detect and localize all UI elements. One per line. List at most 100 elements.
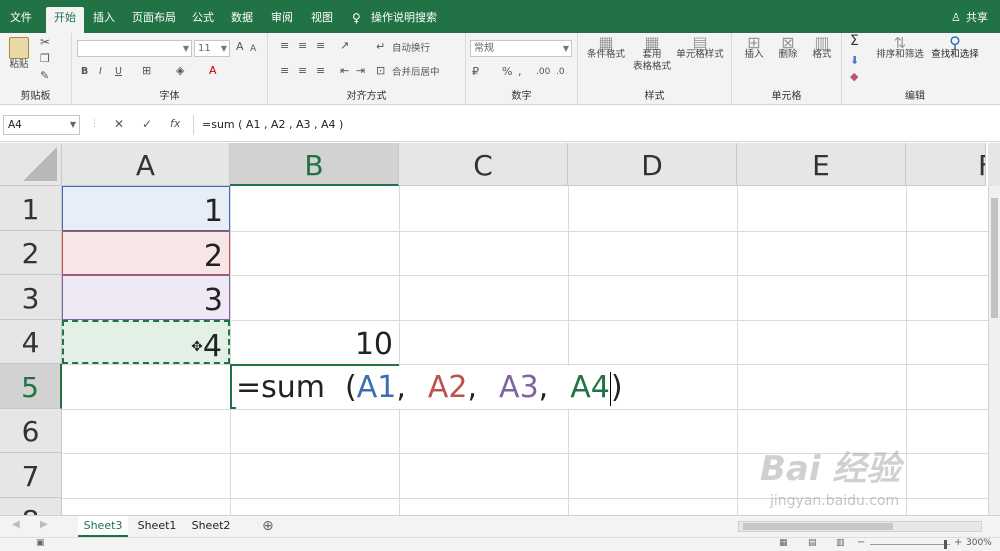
macro-icon[interactable]: ▣ <box>36 538 45 548</box>
page-layout-view-icon[interactable]: ▤ <box>808 538 817 548</box>
row-header-3[interactable]: 3 <box>0 275 62 320</box>
clear-icon[interactable]: ◆ <box>850 71 858 83</box>
tab-view[interactable]: 视图 <box>306 7 338 33</box>
paste-button[interactable]: 粘贴 <box>4 37 34 71</box>
cell-a2[interactable]: 2 <box>62 231 230 275</box>
formula-ref-a4: A4 <box>570 370 610 405</box>
find-select-button[interactable]: ⚲ 查找和选择 <box>928 35 982 61</box>
orientation-icon[interactable]: ↗ <box>340 40 349 52</box>
align-middle-icon[interactable]: ≡ <box>298 40 307 52</box>
insert-function-button[interactable]: fx <box>170 117 180 130</box>
percent-button[interactable]: % <box>502 66 512 78</box>
wrap-text-button[interactable]: 自动换行 <box>392 43 430 55</box>
format-cells-button[interactable]: ▥ 格式 <box>806 35 838 61</box>
increase-decimal-icon[interactable]: .00 <box>536 66 550 78</box>
column-header-f[interactable]: F <box>906 143 986 186</box>
vertical-scrollbar[interactable] <box>988 186 1000 515</box>
enter-button[interactable]: ✓ <box>142 117 152 131</box>
add-sheet-button[interactable]: ⊕ <box>262 518 274 534</box>
align-center-icon[interactable]: ≡ <box>298 65 307 77</box>
column-header-a[interactable]: A <box>62 143 230 186</box>
delete-cells-button[interactable]: ⊠ 删除 <box>772 35 804 61</box>
autosum-button[interactable]: Σ <box>850 34 859 48</box>
bold-button[interactable]: B <box>81 66 88 78</box>
cell-styles-button[interactable]: ▤ 单元格样式 <box>674 35 726 61</box>
column-header-e[interactable]: E <box>737 143 906 186</box>
row-header-7[interactable]: 7 <box>0 453 62 498</box>
cut-icon[interactable]: ✂ <box>40 36 50 48</box>
align-left-icon[interactable]: ≡ <box>280 65 289 77</box>
tell-me-search[interactable]: 操作说明搜索 <box>368 7 440 33</box>
align-bottom-icon[interactable]: ≡ <box>316 40 325 52</box>
scroll-left-icon[interactable]: ◀ <box>12 519 20 530</box>
sheet-tab-sheet1[interactable]: Sheet1 <box>132 516 182 537</box>
indent-icon[interactable]: ⇤ <box>340 65 349 77</box>
insert-cells-button[interactable]: ⊞ 插入 <box>738 35 770 61</box>
tab-insert[interactable]: 插入 <box>88 7 120 33</box>
select-all-corner[interactable] <box>0 143 62 186</box>
sort-filter-button[interactable]: ⇅ 排序和筛选 <box>874 36 926 61</box>
tab-data[interactable]: 数据 <box>226 7 258 33</box>
column-header-b[interactable]: B <box>230 143 399 186</box>
cell-a1[interactable]: 1 <box>62 186 230 231</box>
merge-center-icon[interactable]: ⊡ <box>376 65 385 77</box>
row-header-2[interactable]: 2 <box>0 231 62 275</box>
fill-icon[interactable]: ⬇ <box>850 55 859 67</box>
decrease-decimal-icon[interactable]: .0 <box>556 66 565 78</box>
cell-a3[interactable]: 3 <box>62 275 230 320</box>
tab-home[interactable]: 开始 <box>46 7 84 33</box>
normal-view-icon[interactable]: ▦ <box>779 538 788 548</box>
zoom-in-button[interactable]: + <box>954 537 962 548</box>
number-format-combo[interactable]: 常规 ▼ <box>470 40 572 57</box>
format-painter-icon[interactable]: ✎ <box>40 70 49 82</box>
outdent-icon[interactable]: ⇥ <box>356 65 365 77</box>
cell-b5-editor[interactable]: =sum (A1, A2, A3, A4) <box>236 366 623 409</box>
row-header-8[interactable]: 8 <box>0 498 62 515</box>
scrollbar-thumb[interactable] <box>991 198 998 318</box>
horizontal-scrollbar[interactable] <box>738 521 982 532</box>
cell-a4[interactable]: ✥4 <box>62 320 230 364</box>
column-header-c[interactable]: C <box>399 143 568 186</box>
align-top-icon[interactable]: ≡ <box>280 40 289 52</box>
wrap-text-icon[interactable]: ↵ <box>376 41 385 53</box>
comma-icon[interactable]: , <box>518 66 522 78</box>
font-shrink-icon[interactable]: A <box>250 43 256 55</box>
tab-formulas[interactable]: 公式 <box>188 7 218 33</box>
tab-review[interactable]: 审阅 <box>266 7 298 33</box>
tab-file[interactable]: 文件 <box>4 7 38 33</box>
scrollbar-thumb[interactable] <box>743 523 893 530</box>
tab-page-layout[interactable]: 页面布局 <box>128 7 180 33</box>
cell-b4[interactable]: 10 <box>230 320 399 364</box>
font-grow-icon[interactable]: A <box>236 41 244 53</box>
accounting-icon[interactable]: ₽ <box>472 66 479 78</box>
align-right-icon[interactable]: ≡ <box>316 65 325 77</box>
share-button[interactable]: 共享 <box>962 7 992 33</box>
row-header-6[interactable]: 6 <box>0 409 62 453</box>
column-header-d[interactable]: D <box>568 143 737 186</box>
row-header-1[interactable]: 1 <box>0 186 62 231</box>
copy-icon[interactable]: ❐ <box>40 53 50 65</box>
zoom-slider[interactable] <box>870 540 950 549</box>
fill-color-icon[interactable]: ◈ <box>176 65 184 77</box>
sheet-tab-sheet2[interactable]: Sheet2 <box>186 516 236 537</box>
scroll-right-icon[interactable]: ▶ <box>40 519 48 530</box>
font-color-icon[interactable]: A <box>209 65 217 77</box>
sheet-tab-sheet3[interactable]: Sheet3 <box>78 516 128 537</box>
zoom-level[interactable]: 300% <box>966 538 992 548</box>
border-icon[interactable]: ⊞ <box>142 65 151 77</box>
merge-center-button[interactable]: 合并后居中 <box>392 67 440 79</box>
font-name-combo[interactable]: ▼ <box>77 40 192 57</box>
row-header-5[interactable]: 5 <box>0 364 62 409</box>
format-as-table-button[interactable]: ▦ 套用 表格格式 <box>630 35 674 73</box>
font-size-combo[interactable]: 11 ▼ <box>194 40 230 57</box>
page-break-view-icon[interactable]: ▥ <box>836 538 845 548</box>
underline-button[interactable]: U <box>115 66 122 78</box>
name-box[interactable]: A4 ▼ <box>3 115 80 135</box>
formula-input[interactable]: =sum ( A1 , A2 , A3 , A4 ) <box>193 115 1000 135</box>
italic-button[interactable]: I <box>99 66 102 78</box>
row-header-4[interactable]: 4 <box>0 320 62 364</box>
cancel-button[interactable]: ✕ <box>114 117 124 131</box>
conditional-format-button[interactable]: ▦ 条件格式 <box>584 35 628 61</box>
zoom-slider-thumb[interactable] <box>944 540 947 549</box>
zoom-out-button[interactable]: − <box>857 537 865 548</box>
